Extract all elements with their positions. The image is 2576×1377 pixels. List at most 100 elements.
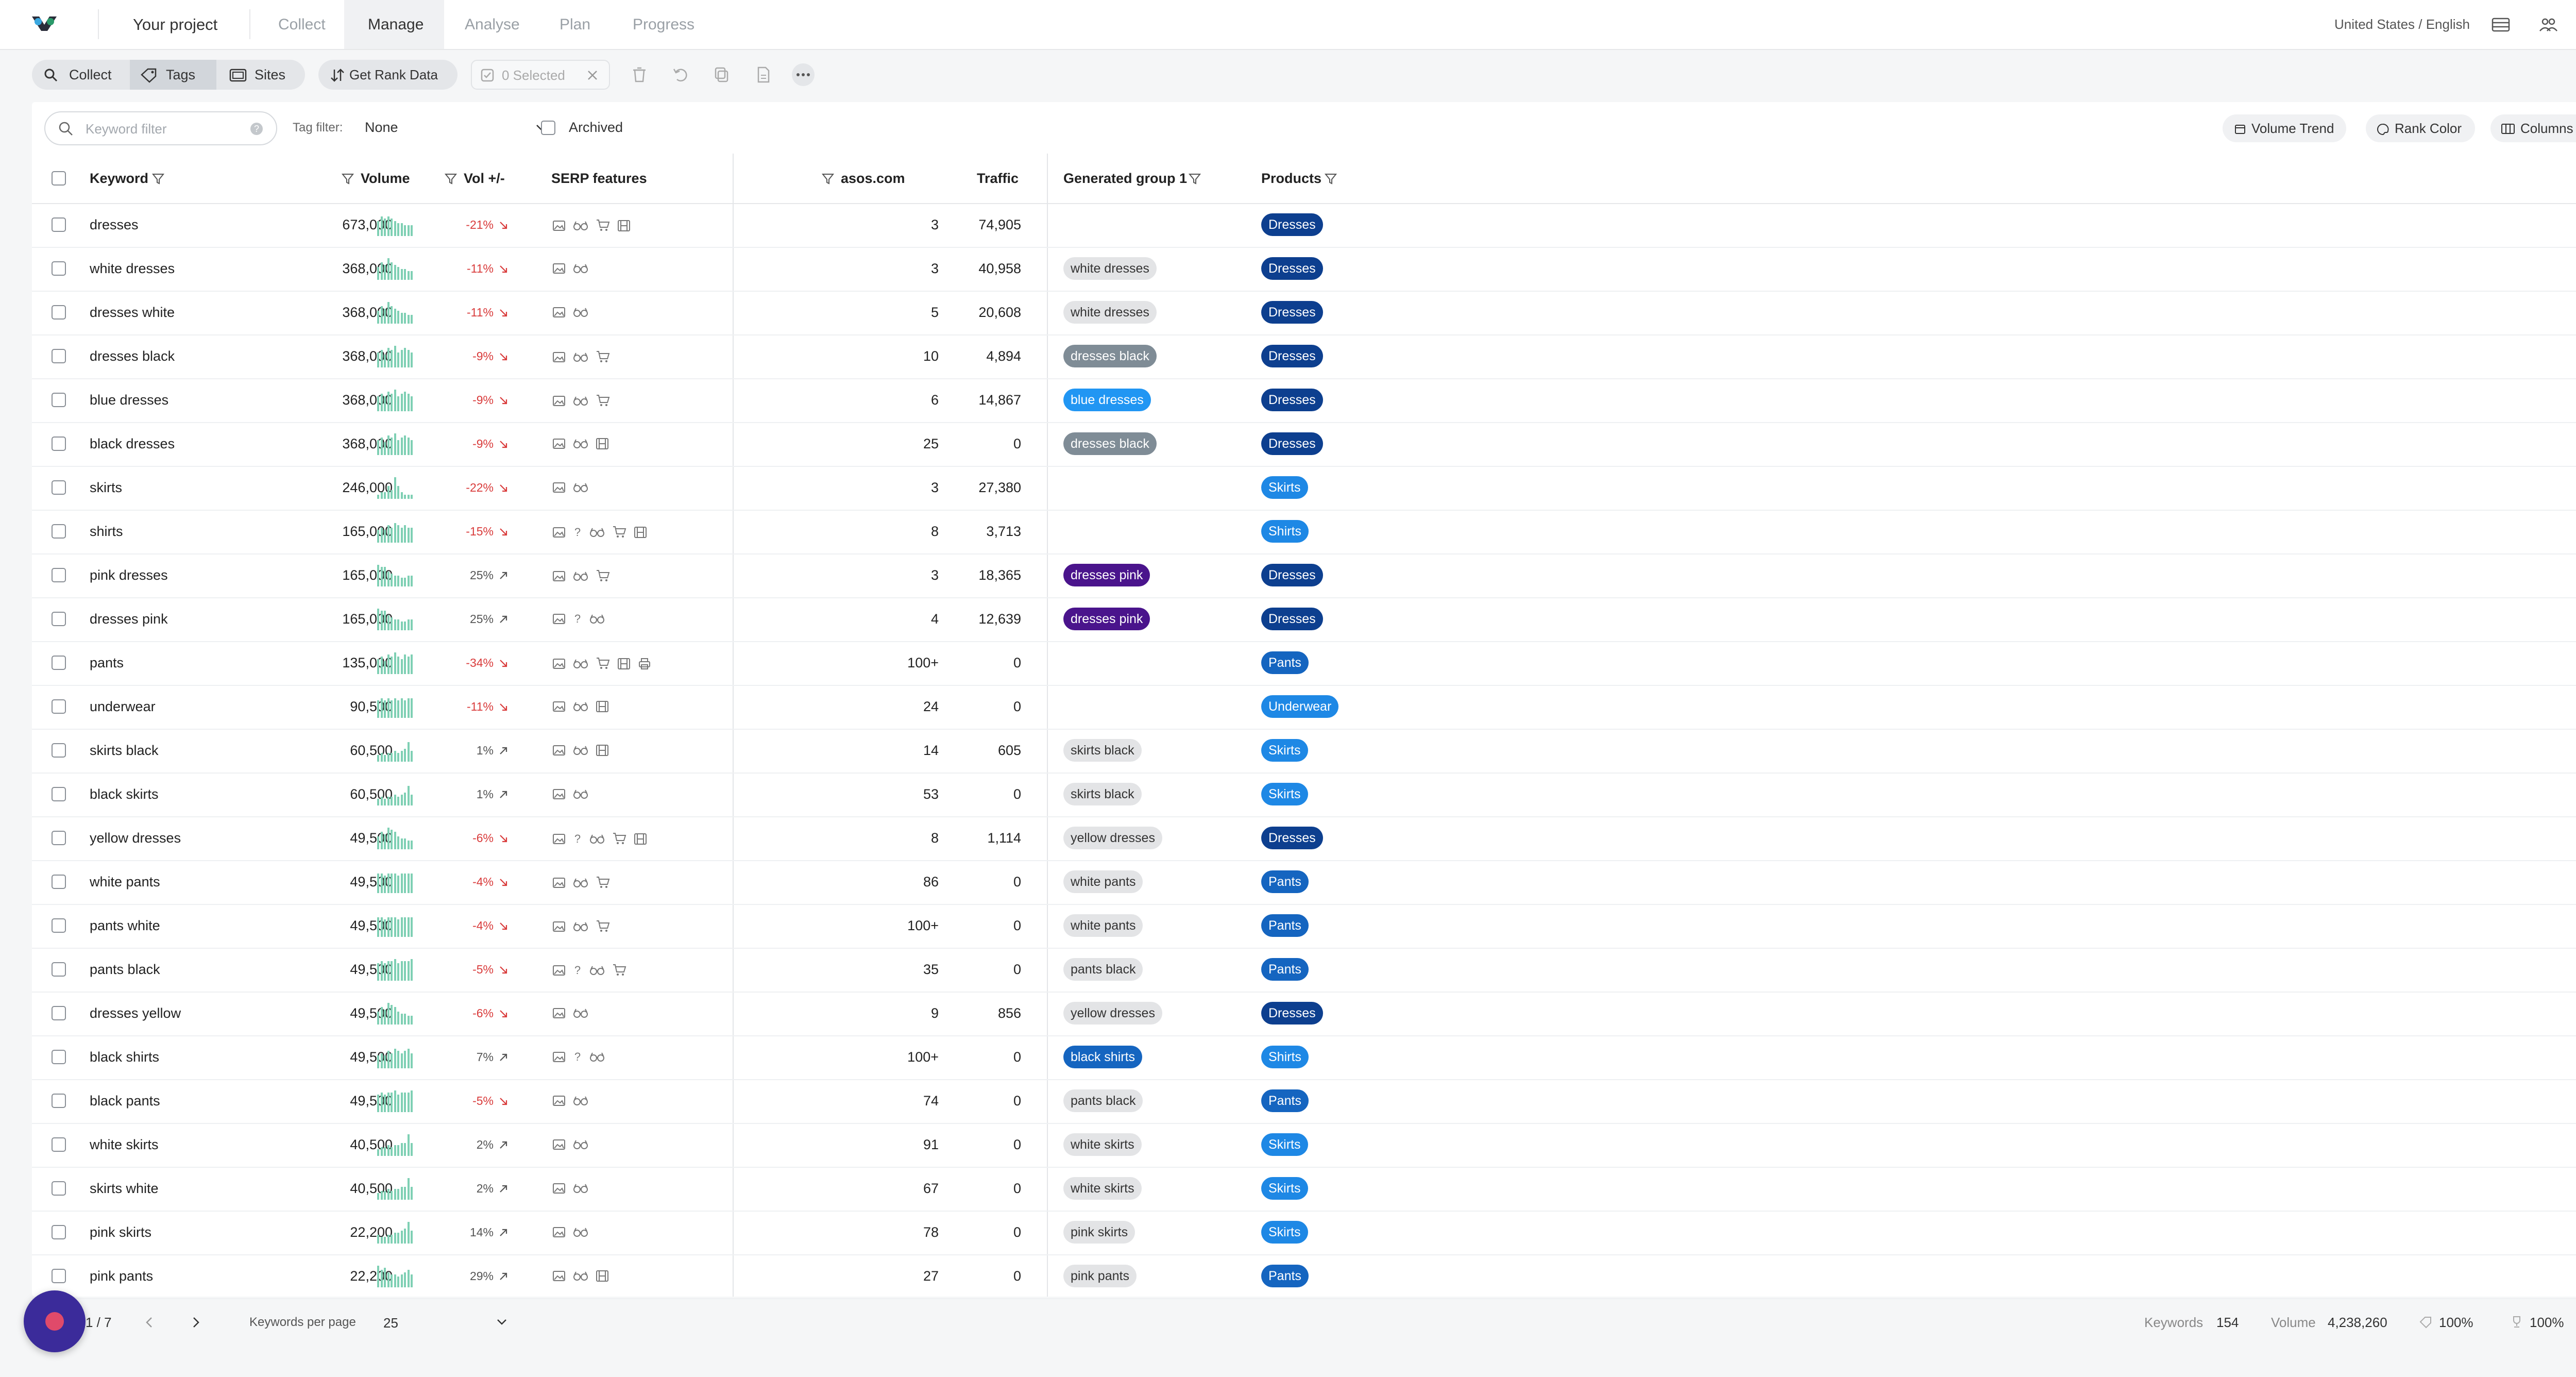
keyword-cell[interactable]: white skirts [90,1123,159,1167]
tab-analyse[interactable]: Analyse [441,0,544,49]
keyword-cell[interactable]: black pants [90,1079,160,1123]
app-logo-icon[interactable] [30,13,59,34]
product-tag[interactable]: Dresses [1261,432,1323,455]
group-tag[interactable]: white dresses [1063,301,1157,324]
header-traffic[interactable]: Traffic [977,154,1019,203]
product-tag[interactable]: Pants [1261,914,1309,937]
row-checkbox[interactable] [52,1269,66,1283]
product-tag[interactable]: Skirts [1261,476,1308,499]
table-row[interactable]: white skirts 40,500 2% 91 0 white skirts Skirt… [32,1123,2576,1168]
table-row[interactable]: blue dresses 368,000 -9% 6 14,867 blue dresse… [32,378,2576,423]
group-tag[interactable]: pink skirts [1063,1221,1136,1244]
row-checkbox[interactable] [52,875,66,889]
undo-icon[interactable] [671,65,690,85]
group-tag[interactable]: black shirts [1063,1046,1143,1068]
keyword-cell[interactable]: dresses black [90,334,175,378]
row-checkbox[interactable] [52,568,66,582]
filter-icon[interactable] [444,172,457,186]
row-checkbox[interactable] [52,1137,66,1152]
row-checkbox[interactable] [52,1094,66,1108]
row-checkbox[interactable] [52,1050,66,1064]
keyword-cell[interactable]: dresses pink [90,597,168,641]
filter-icon[interactable] [1188,172,1201,186]
row-checkbox[interactable] [52,1225,66,1239]
header-site[interactable]: asos.com [841,154,905,203]
table-row[interactable]: dresses yellow 49,500 -6% 9 856 yellow dresse… [32,992,2576,1036]
table-row[interactable]: pink pants 22,200 29% 27 0 pink pants Pants [32,1254,2576,1299]
row-checkbox[interactable] [52,1181,66,1196]
keyword-cell[interactable]: black dresses [90,422,175,466]
table-row[interactable]: yellow dresses 49,500 -6%? 8 1,114 yellow dre… [32,816,2576,861]
table-row[interactable]: dresses pink 165,000 25%? 4 12,639 dresses pi… [32,597,2576,642]
keyword-cell[interactable]: dresses white [90,291,175,334]
collect-button[interactable]: Collect [32,60,125,90]
table-row[interactable]: dresses black 368,000 -9% 10 4,894 dresses bl… [32,334,2576,379]
table-row[interactable]: pants 135,000 -34% 100+ 0 Pants [32,641,2576,686]
keyword-cell[interactable]: pink dresses [90,553,168,597]
table-row[interactable]: skirts white 40,500 2% 67 0 white skirts Skirt… [32,1167,2576,1212]
group-tag[interactable]: white pants [1063,870,1143,893]
row-checkbox[interactable] [52,962,66,977]
group-tag[interactable]: white skirts [1063,1133,1142,1156]
row-checkbox[interactable] [52,480,66,495]
row-checkbox[interactable] [52,305,66,320]
keyword-cell[interactable]: skirts white [90,1167,159,1211]
keyword-cell[interactable]: dresses [90,203,139,247]
keyword-cell[interactable]: skirts [90,466,122,510]
get-rank-data-button[interactable]: Get Rank Data [318,60,457,90]
group-tag[interactable]: pants black [1063,1089,1143,1112]
keyword-cell[interactable]: pants black [90,948,160,992]
row-checkbox[interactable] [52,787,66,801]
keyword-cell[interactable]: skirts black [90,729,159,773]
product-tag[interactable]: Dresses [1261,213,1323,236]
product-tag[interactable]: Dresses [1261,1002,1323,1025]
tab-progress[interactable]: Progress [609,0,718,49]
keyword-cell[interactable]: pink pants [90,1254,153,1298]
product-tag[interactable]: Skirts [1261,1221,1308,1244]
product-tag[interactable]: Skirts [1261,1177,1308,1200]
table-row[interactable]: black pants 49,500 -5% 74 0 pants black Pants [32,1079,2576,1124]
group-tag[interactable]: dresses pink [1063,564,1150,586]
volume-trend-button[interactable]: Volume Trend [2223,114,2346,142]
group-tag[interactable]: pink pants [1063,1265,1137,1287]
filter-icon[interactable] [341,172,354,186]
table-row[interactable]: skirts 246,000 -22% 3 27,380 Skirts [32,466,2576,511]
row-checkbox[interactable] [52,261,66,276]
trash-icon[interactable] [630,65,649,85]
per-page-select[interactable]: 25 [381,1311,515,1334]
group-tag[interactable]: white pants [1063,914,1143,937]
row-checkbox[interactable] [52,393,66,407]
product-tag[interactable]: Dresses [1261,301,1323,324]
keyword-cell[interactable]: white dresses [90,247,175,291]
group-tag[interactable]: yellow dresses [1063,1002,1162,1025]
header-vol-change[interactable]: Vol +/- [464,154,505,203]
product-tag[interactable]: Pants [1261,1265,1309,1287]
table-row[interactable]: black skirts 60,500 1% 53 0 skirts black Skirt… [32,773,2576,817]
keyword-cell[interactable]: white pants [90,860,160,904]
keyword-cell[interactable]: black shirts [90,1035,159,1079]
product-tag[interactable]: Dresses [1261,564,1323,586]
table-row[interactable]: black dresses 368,000 -9% 25 0 dresses black D… [32,422,2576,467]
group-tag[interactable]: yellow dresses [1063,827,1162,849]
product-tag[interactable]: Dresses [1261,257,1323,280]
tag-filter-select[interactable]: None [362,116,552,139]
columns-button[interactable]: Columns [2490,114,2576,142]
product-tag[interactable]: Pants [1261,870,1309,893]
tab-collect[interactable]: Collect [255,0,349,49]
product-tag[interactable]: Skirts [1261,739,1308,762]
product-tag[interactable]: Pants [1261,651,1309,674]
layout-icon[interactable] [2490,14,2511,35]
row-checkbox[interactable] [52,918,66,933]
tab-manage[interactable]: Manage [344,0,444,49]
row-checkbox[interactable] [52,217,66,232]
select-all-checkbox[interactable] [52,171,66,186]
row-checkbox[interactable] [52,743,66,758]
keyword-cell[interactable]: blue dresses [90,378,168,422]
product-tag[interactable]: Pants [1261,1089,1309,1112]
product-tag[interactable]: Pants [1261,958,1309,981]
row-checkbox[interactable] [52,436,66,451]
rank-color-button[interactable]: Rank Color [2366,114,2475,142]
table-row[interactable]: pants black 49,500 -5%? 35 0 pants black Pants [32,948,2576,993]
nav-project[interactable]: Your project [109,0,241,49]
table-row[interactable]: pink dresses 165,000 25% 3 18,365 dresses pin… [32,553,2576,598]
